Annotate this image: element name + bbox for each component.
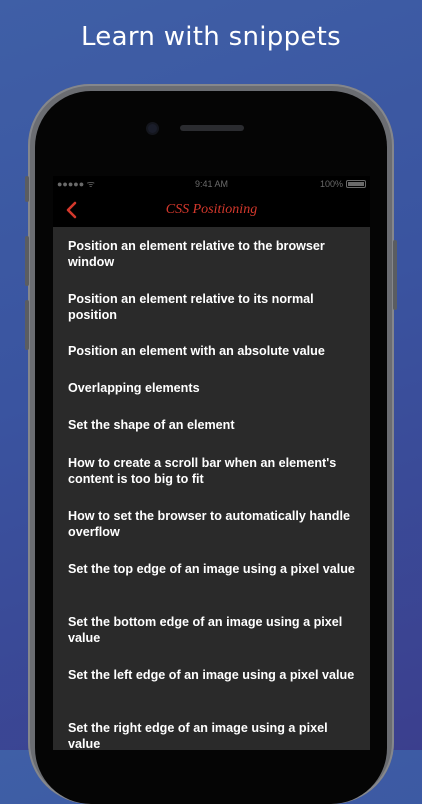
list-item[interactable]: Position an element relative to the brow… <box>53 227 370 280</box>
snippet-list: Position an element relative to the brow… <box>53 227 370 750</box>
front-camera <box>148 124 157 133</box>
phone-power-button <box>393 240 397 310</box>
list-item-label: Set the bottom edge of an image using a … <box>68 615 343 645</box>
back-button[interactable] <box>58 196 84 224</box>
list-item[interactable]: Position an element with an absolute val… <box>53 333 370 370</box>
battery-icon <box>346 180 366 188</box>
list-item-label: How to set the browser to automatically … <box>68 509 351 539</box>
list-item[interactable]: How to set the browser to automatically … <box>53 497 370 550</box>
list-item-label: Set the top edge of an image using a pix… <box>68 562 355 576</box>
list-item-label: How to create a scroll bar when an eleme… <box>68 456 337 486</box>
phone-volume-down-button <box>25 300 29 350</box>
chevron-left-icon <box>66 201 77 219</box>
phone-side-button <box>25 176 29 202</box>
app-screen: ●●●●● ᯤ 9:41 AM 100% CSS Positioning Pos… <box>53 176 370 750</box>
list-item-label: Position an element relative to its norm… <box>68 292 314 322</box>
list-item-label: Position an element with an absolute val… <box>68 344 325 358</box>
nav-title: CSS Positioning <box>165 202 258 217</box>
list-item[interactable]: Set the left edge of an image using a pi… <box>53 656 370 709</box>
list-item[interactable]: Set the top edge of an image using a pix… <box>53 550 370 603</box>
promo-headline: Learn with snippets <box>80 22 342 52</box>
list-item[interactable]: Set the right edge of an image using a p… <box>53 709 370 750</box>
list-item[interactable]: Set the shape of an element <box>53 407 370 444</box>
list-item[interactable]: Overlapping elements <box>53 370 370 407</box>
status-bar: ●●●●● ᯤ 9:41 AM 100% <box>53 176 370 192</box>
phone-volume-up-button <box>25 236 29 286</box>
list-item-label: Set the left edge of an image using a pi… <box>68 668 355 682</box>
battery-percent: 100% <box>319 179 343 189</box>
navigation-bar: CSS Positioning <box>53 192 370 227</box>
list-item-label: Position an element relative to the brow… <box>68 239 325 269</box>
list-item[interactable]: How to create a scroll bar when an eleme… <box>53 444 370 497</box>
list-item-label: Overlapping elements <box>68 381 200 395</box>
earpiece-speaker <box>180 125 244 131</box>
list-item[interactable]: Position an element relative to its norm… <box>53 280 370 333</box>
list-item-label: Set the shape of an element <box>68 418 235 432</box>
battery-indicator: 100% <box>320 176 366 192</box>
list-item-label: Set the right edge of an image using a p… <box>68 721 328 750</box>
list-item[interactable]: Set the bottom edge of an image using a … <box>53 603 370 656</box>
